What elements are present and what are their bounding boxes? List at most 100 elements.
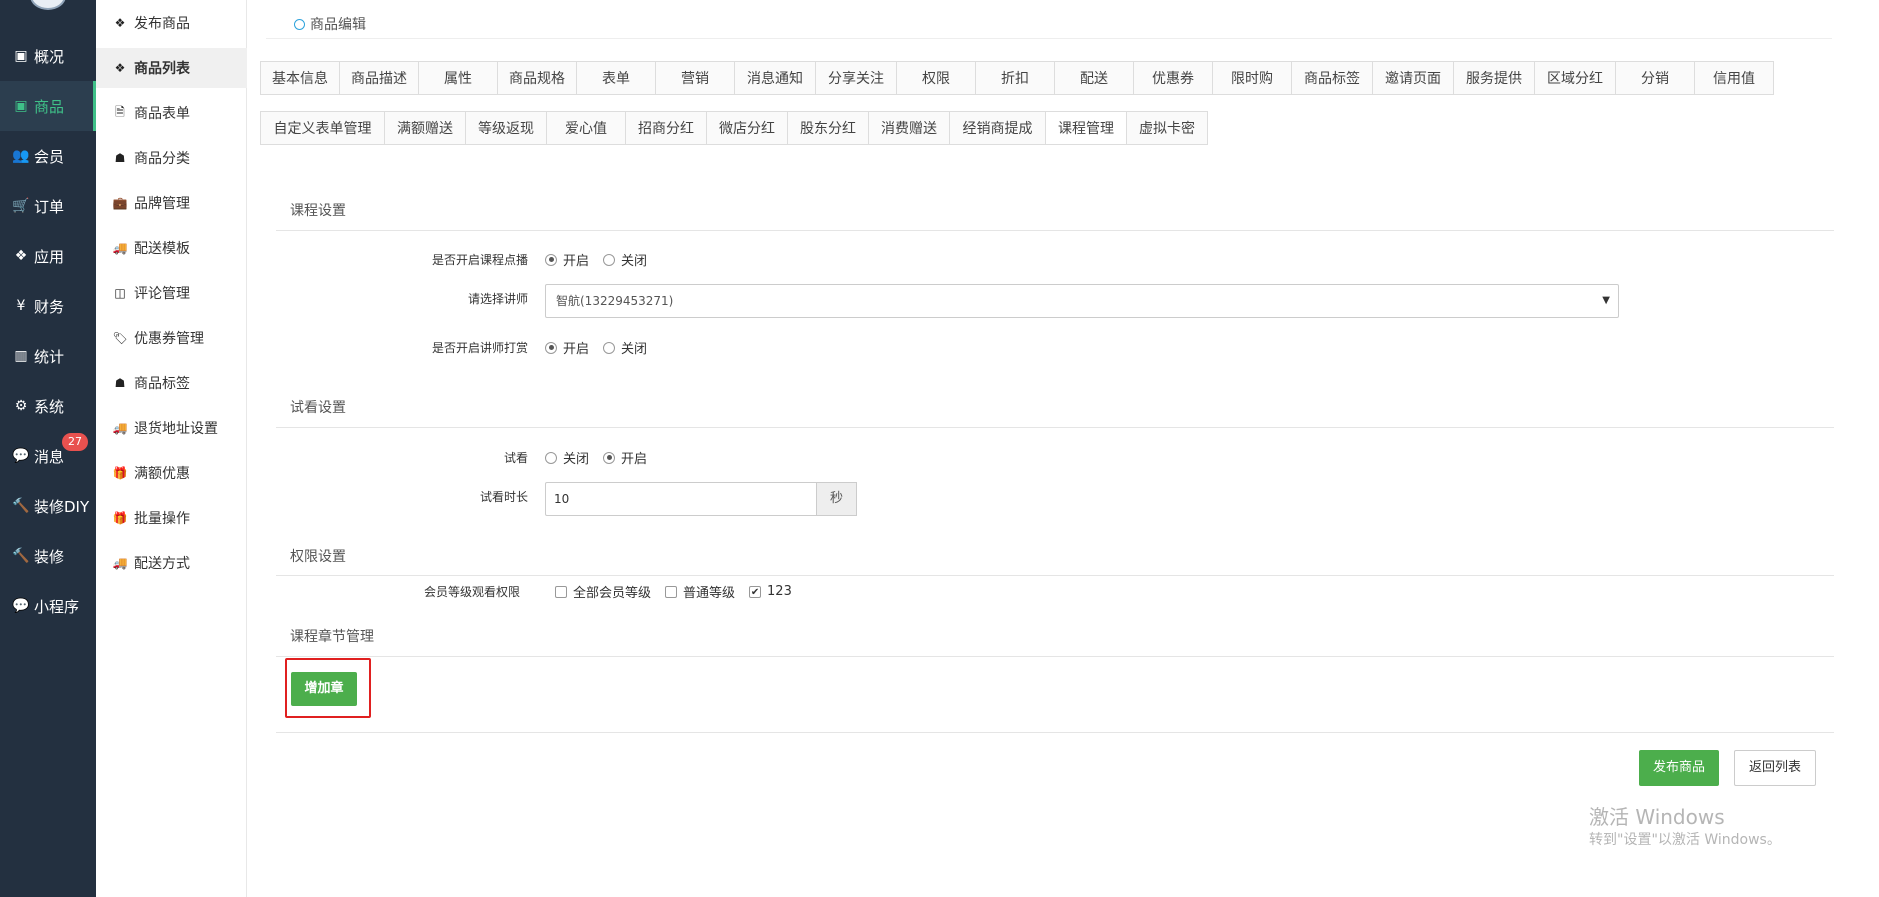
radio-dot — [603, 253, 616, 266]
tab-tabs_row2-5[interactable]: 微店分红 — [706, 111, 788, 145]
tab-tabs_row2-8[interactable]: 经销商提成 — [949, 111, 1046, 145]
subnav-item-5[interactable]: 🚚 配送模板 — [96, 228, 247, 268]
course-enable-label: 是否开启课程点播 — [431, 253, 528, 267]
publish-product-button[interactable]: 发布商品 — [1639, 750, 1719, 786]
nav-item-10[interactable]: 🔨 装修 — [0, 531, 96, 581]
level-checkbox-2[interactable]: ✔ 123 — [749, 584, 792, 599]
subnav-item-0[interactable]: ❖ 发布商品 — [96, 3, 247, 43]
subnav-item-label: 配送模板 — [134, 241, 190, 257]
nav-item-11[interactable]: 💬 小程序 — [0, 581, 96, 631]
tab-bar-row-1: 基本信息 商品描述 属性 商品规格 表单 营销 消息通知 分享关注 权限 折扣 配送 优惠券 限时购 商品… — [260, 61, 1774, 95]
bar-chart-icon: ▥ — [14, 348, 28, 364]
subnav-item-11[interactable]: 🎁 批量操作 — [96, 498, 247, 538]
tab-tabs_row1-2[interactable]: 属性 — [418, 61, 498, 95]
tab-tabs_row1-9[interactable]: 折扣 — [975, 61, 1055, 95]
section-title-permission: 权限设置 — [290, 549, 346, 565]
trial-duration-input[interactable]: 10 — [545, 482, 817, 516]
tab-tabs_row1-6[interactable]: 消息通知 — [734, 61, 816, 95]
back-to-list-button[interactable]: 返回列表 — [1734, 750, 1816, 786]
course-enable-off-radio[interactable]: 关闭 — [603, 250, 647, 269]
trial-label: 试看 — [503, 451, 528, 465]
tab-tabs_row1-8[interactable]: 权限 — [896, 61, 976, 95]
tab-tabs_row1-7[interactable]: 分享关注 — [815, 61, 897, 95]
subnav-item-label: 发布商品 — [134, 16, 190, 32]
radio-dot — [603, 341, 616, 354]
primary-nav: ▣ 概况 ▣ 商品 👥 会员 🛒 订单 ❖ 应用 ¥ 财务 ▥ 统计 ⚙ 系统 💬 消息 27 🔨 装修DIY 🔨 装修 💬 小… — [0, 0, 96, 897]
nav-item-8[interactable]: 💬 消息 27 — [0, 431, 96, 481]
tab-tabs_row1-1[interactable]: 商品描述 — [339, 61, 419, 95]
subnav-item-2[interactable]: 🗎 商品表单 — [96, 93, 247, 133]
tab-tabs_row2-1[interactable]: 满额赠送 — [384, 111, 466, 145]
reward-enable-radio-group: 开启 关闭 — [545, 338, 647, 357]
file-excel-icon: 🗎 — [115, 104, 125, 119]
nav-item-0[interactable]: ▣ 概况 — [0, 31, 96, 81]
tab-tabs_row1-12[interactable]: 限时购 — [1212, 61, 1292, 95]
nav-item-2[interactable]: 👥 会员 — [0, 131, 96, 181]
reward-enable-on-radio[interactable]: 开启 — [545, 338, 589, 357]
tab-tabs_row2-3[interactable]: 爱心值 — [546, 111, 626, 145]
nav-item-4[interactable]: ❖ 应用 — [0, 231, 96, 281]
tab-tabs_row1-4[interactable]: 表单 — [576, 61, 656, 95]
tab-tabs_row2-10[interactable]: 虚拟卡密 — [1126, 111, 1208, 145]
add-chapter-button[interactable]: 增加章 — [291, 672, 357, 706]
tab-tabs_row2-9[interactable]: 课程管理 — [1045, 111, 1127, 145]
trial-on-radio[interactable]: 开启 — [603, 448, 647, 467]
subnav-item-10[interactable]: 🎁 满额优惠 — [96, 453, 247, 493]
tab-tabs_row1-0[interactable]: 基本信息 — [260, 61, 340, 95]
divider — [276, 427, 1834, 428]
truck-icon: 🚚 — [112, 556, 128, 570]
subnav-item-7[interactable]: 🏷 优惠券管理 — [96, 318, 247, 358]
level-checkbox-1[interactable]: 普通等级 — [665, 582, 735, 601]
subnav-item-label: 批量操作 — [134, 511, 190, 527]
nav-item-9[interactable]: 🔨 装修DIY — [0, 481, 96, 531]
tab-bar-row-2: 自定义表单管理 满额赠送 等级返现 爱心值 招商分红 微店分红 股东分红 消费赠送 经销商提成课… — [260, 111, 1208, 145]
tab-tabs_row1-16[interactable]: 区域分红 — [1534, 61, 1616, 95]
subnav-item-6[interactable]: ◫ 评论管理 — [96, 273, 247, 313]
tab-tabs_row1-18[interactable]: 信用值 — [1694, 61, 1774, 95]
reward-enable-off-radio[interactable]: 关闭 — [603, 338, 647, 357]
level-checkbox-0[interactable]: 全部会员等级 — [555, 582, 651, 601]
nav-item-1[interactable]: ▣ 商品 — [0, 81, 96, 131]
subnav-item-12[interactable]: 🚚 配送方式 — [96, 543, 247, 583]
subnav-item-8[interactable]: ☗ 商品标签 — [96, 363, 247, 403]
tags-icon: 🏷 — [112, 331, 128, 345]
tab-tabs_row2-2[interactable]: 等级返现 — [465, 111, 547, 145]
nav-item-7[interactable]: ⚙ 系统 — [0, 381, 96, 431]
lecturer-select-value: 智航(13229453271) — [556, 294, 674, 308]
tab-tabs_row1-3[interactable]: 商品规格 — [497, 61, 577, 95]
tab-tabs_row1-14[interactable]: 邀请页面 — [1372, 61, 1454, 95]
nav-item-6[interactable]: ▥ 统计 — [0, 331, 96, 381]
course-enable-on-radio[interactable]: 开启 — [545, 250, 589, 269]
nav-item-3[interactable]: 🛒 订单 — [0, 181, 96, 231]
subnav-item-9[interactable]: 🚚 退货地址设置 — [96, 408, 247, 448]
gears-icon: ⚙ — [14, 398, 28, 414]
tab-tabs_row1-10[interactable]: 配送 — [1054, 61, 1134, 95]
tab-tabs_row1-13[interactable]: 商品标签 — [1291, 61, 1373, 95]
checkbox-box — [555, 585, 567, 598]
nav-item-label: 会员 — [34, 147, 65, 166]
main-content: 商品编辑 基本信息 商品描述 属性 商品规格 表单 营销 消息通知 分享关注 权限 折扣 配送 优惠券… — [248, 0, 1879, 897]
tab-tabs_row2-4[interactable]: 招商分红 — [625, 111, 707, 145]
tab-tabs_row2-6[interactable]: 股东分红 — [787, 111, 869, 145]
tab-tabs_row1-15[interactable]: 服务提供 — [1453, 61, 1535, 95]
tab-tabs_row2-0[interactable]: 自定义表单管理 — [260, 111, 385, 145]
subnav-item-4[interactable]: 💼 品牌管理 — [96, 183, 247, 223]
tab-tabs_row1-11[interactable]: 优惠券 — [1133, 61, 1213, 95]
nav-item-label: 概况 — [34, 47, 65, 66]
subnav-item-3[interactable]: ☗ 商品分类 — [96, 138, 247, 178]
subnav-item-label: 评论管理 — [134, 286, 190, 302]
divider — [276, 575, 1834, 576]
lecturer-select[interactable]: 智航(13229453271) ▼ — [545, 284, 1619, 318]
subnav-item-1[interactable]: ❖ 商品列表 — [96, 48, 247, 88]
subnav-item-label: 商品分类 — [134, 151, 190, 167]
cubes-icon: ❖ — [114, 61, 126, 75]
tab-tabs_row2-7[interactable]: 消费赠送 — [868, 111, 950, 145]
nav-item-5[interactable]: ¥ 财务 — [0, 281, 96, 331]
subnav-item-label: 商品列表 — [134, 61, 190, 77]
columns-icon: ◫ — [114, 286, 126, 300]
trial-off-radio[interactable]: 关闭 — [545, 448, 589, 467]
tab-tabs_row1-17[interactable]: 分销 — [1615, 61, 1695, 95]
radio-dot — [545, 253, 557, 266]
radio-dot — [545, 451, 557, 464]
tab-tabs_row1-5[interactable]: 营销 — [655, 61, 735, 95]
